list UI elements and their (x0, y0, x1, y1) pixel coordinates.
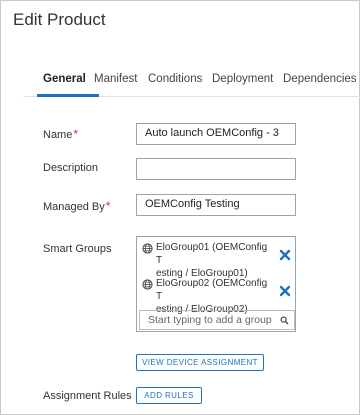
tab-manifest[interactable]: Manifest (94, 73, 137, 85)
page-title: Edit Product (13, 10, 106, 29)
remove-icon[interactable] (279, 249, 291, 261)
chip-line-1: EloGroup01 (OEMConfig T (156, 242, 268, 266)
description-label: Description (43, 162, 99, 174)
active-tab-indicator (37, 94, 99, 97)
required-asterisk: * (73, 127, 79, 141)
globe-icon (142, 243, 153, 254)
tab-bar: General Manifest Conditions Deployment D… (23, 67, 360, 97)
view-device-assignment-button[interactable]: VIEW DEVICE ASSIGNMENT (136, 354, 264, 371)
description-field[interactable] (136, 158, 296, 180)
chip-line-1: EloGroup02 (OEMConfig T (156, 278, 268, 302)
name-label-text: Name (43, 129, 73, 141)
tab-dependencies[interactable]: Dependencies (283, 73, 357, 85)
remove-icon[interactable] (279, 285, 291, 297)
tab-deployment[interactable]: Deployment (212, 73, 273, 85)
tab-conditions[interactable]: Conditions (148, 73, 202, 85)
managed-by-label: Managed By* (43, 199, 110, 213)
smart-groups-field: EloGroup01 (OEMConfig T esting / EloGrou… (136, 236, 296, 332)
search-icon (280, 316, 289, 325)
tab-general[interactable]: General (43, 73, 86, 85)
add-rules-button[interactable]: ADD RULES (136, 387, 202, 404)
name-field[interactable]: Auto launch OEMConfig - 3 (136, 123, 296, 145)
group-search-input[interactable]: Start typing to add a group (139, 310, 295, 330)
required-asterisk: * (105, 199, 111, 213)
globe-icon (142, 279, 153, 290)
smart-group-chip: EloGroup02 (OEMConfig T esting / EloGrou… (139, 275, 295, 315)
group-search-placeholder: Start typing to add a group (148, 314, 272, 326)
edit-product-panel: Edit Product General Manifest Conditions… (0, 0, 360, 415)
smart-groups-label: Smart Groups (43, 243, 112, 255)
managed-by-field[interactable]: OEMConfig Testing (136, 194, 296, 216)
assignment-rules-label: Assignment Rules (43, 390, 132, 402)
name-label: Name* (43, 127, 78, 141)
managed-by-label-text: Managed By (43, 201, 105, 213)
smart-group-chip: EloGroup01 (OEMConfig T esting / EloGrou… (139, 239, 295, 279)
